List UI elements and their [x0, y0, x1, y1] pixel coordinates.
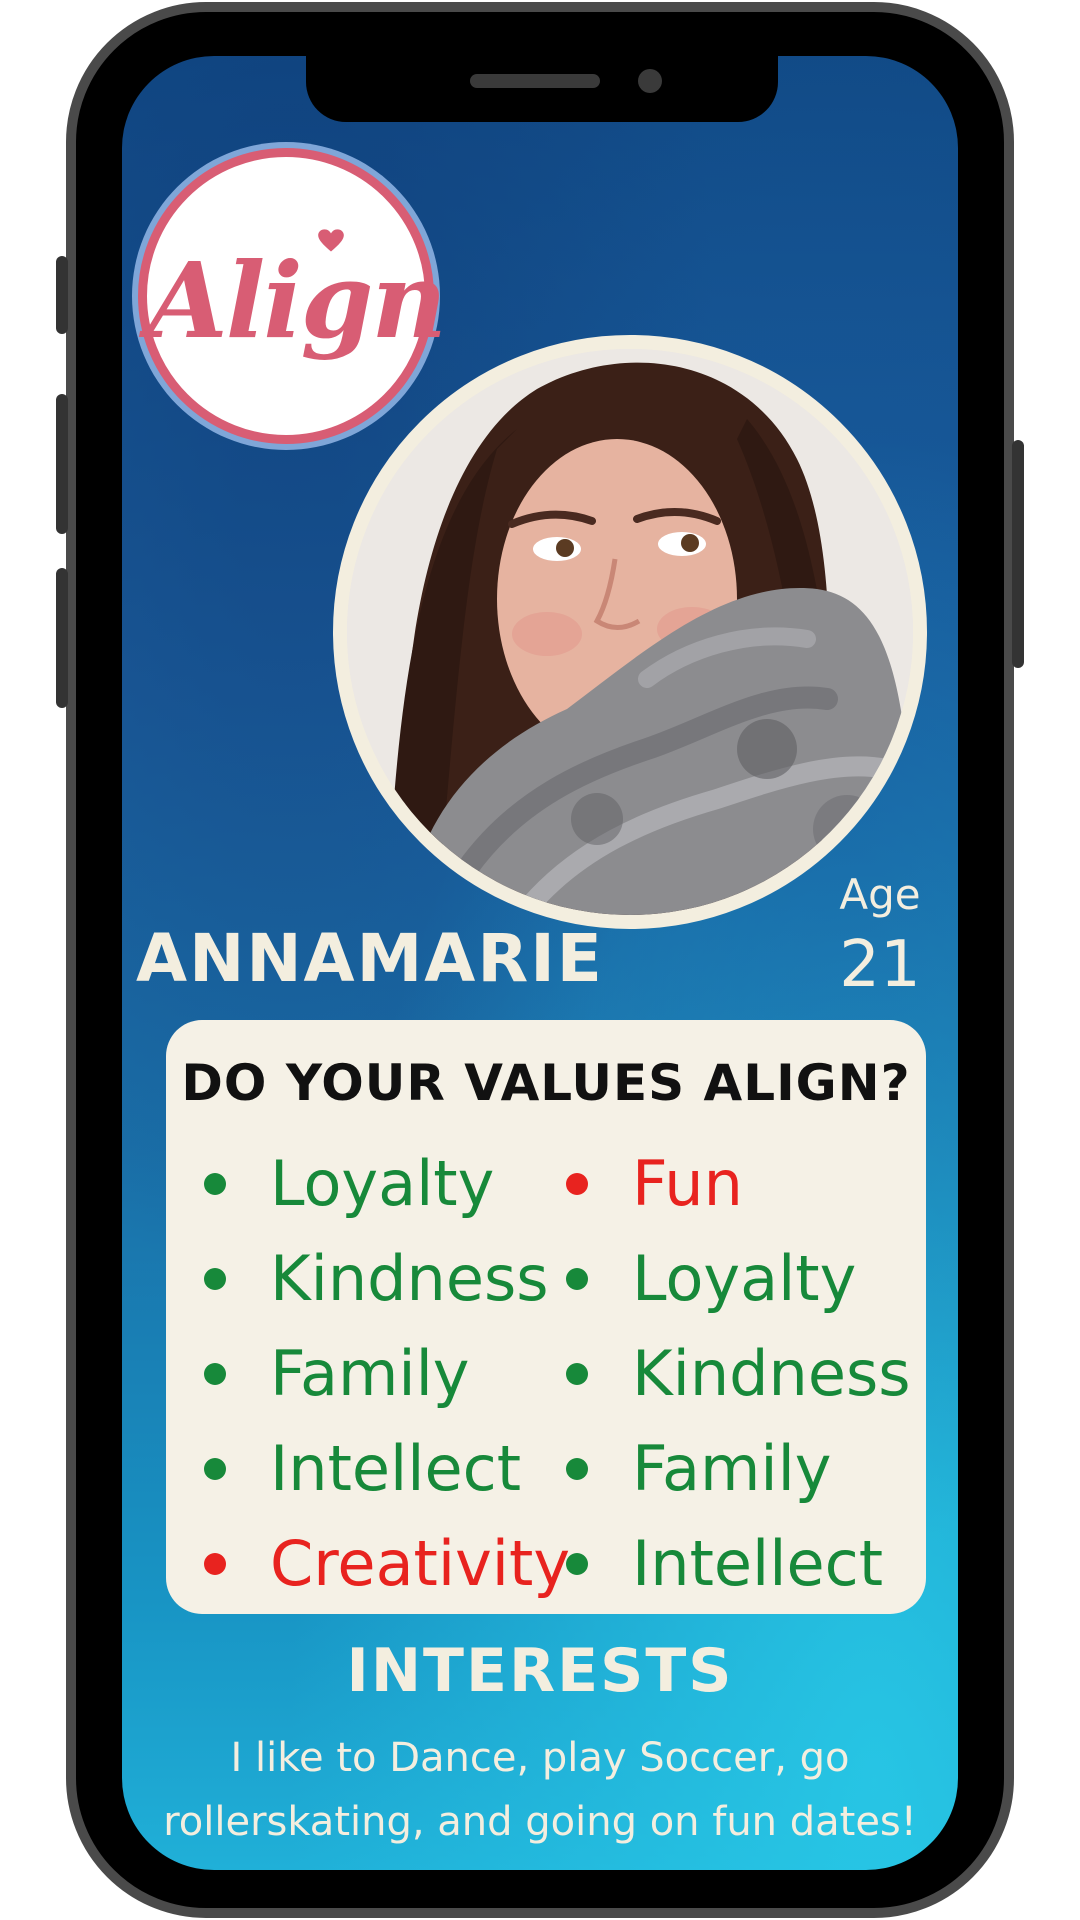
list-item: Family — [566, 1421, 911, 1516]
interests-text: I like to Dance, play Soccer, go rollers… — [163, 1735, 917, 1845]
phone-volume-up-button — [56, 394, 68, 534]
interests-heading: INTERESTS — [346, 1636, 734, 1706]
bullet-icon — [566, 1267, 588, 1290]
phone-power-button — [1012, 440, 1024, 668]
bullet-icon — [566, 1457, 588, 1480]
list-item: Loyalty — [566, 1231, 911, 1326]
bullet-icon — [566, 1552, 588, 1575]
profile-photo[interactable] — [333, 335, 927, 929]
profile-photo-illustration — [347, 349, 913, 915]
bullet-icon — [566, 1172, 588, 1195]
value-label: Kindness — [632, 1337, 911, 1410]
bullet-icon — [566, 1362, 588, 1385]
values-list-right: Fun Loyalty Kindness Family Intellect — [566, 1136, 911, 1611]
value-label: Family — [270, 1337, 470, 1410]
list-item: Kindness — [204, 1231, 570, 1326]
age-value: 21 — [839, 928, 921, 1002]
bullet-icon — [204, 1267, 226, 1290]
value-label: Fun — [632, 1147, 743, 1220]
logo-wordmark: Align — [147, 239, 447, 362]
list-item: Kindness — [566, 1326, 911, 1421]
profile-name: ANNAMARIE — [136, 920, 604, 997]
value-label: Loyalty — [270, 1147, 495, 1220]
value-label: Loyalty — [632, 1242, 857, 1315]
values-card-title: DO YOUR VALUES ALIGN? — [181, 1054, 911, 1112]
list-item: Family — [204, 1326, 570, 1421]
phone-volume-down-button — [56, 568, 68, 708]
bullet-icon — [204, 1457, 226, 1480]
bullet-icon — [204, 1552, 226, 1575]
phone-side-button — [56, 256, 68, 334]
list-item: Intellect — [566, 1516, 911, 1611]
values-list-left: Loyalty Kindness Family Intellect Creati… — [204, 1136, 570, 1611]
value-label: Intellect — [270, 1432, 522, 1505]
age-label: Age — [839, 870, 921, 919]
value-label: Kindness — [270, 1242, 549, 1315]
list-item: Creativity — [204, 1516, 570, 1611]
heart-icon — [318, 229, 344, 252]
phone-notch — [306, 56, 778, 122]
speaker-grille — [470, 74, 600, 88]
front-camera — [638, 69, 662, 93]
values-card: DO YOUR VALUES ALIGN? Loyalty Kindness F… — [166, 1020, 926, 1614]
bullet-icon — [204, 1362, 226, 1385]
bullet-icon — [204, 1172, 226, 1195]
list-item: Intellect — [204, 1421, 570, 1516]
value-label: Creativity — [270, 1527, 571, 1600]
value-label: Family — [632, 1432, 832, 1505]
list-item: Loyalty — [204, 1136, 570, 1231]
list-item: Fun — [566, 1136, 911, 1231]
value-label: Intellect — [632, 1527, 884, 1600]
